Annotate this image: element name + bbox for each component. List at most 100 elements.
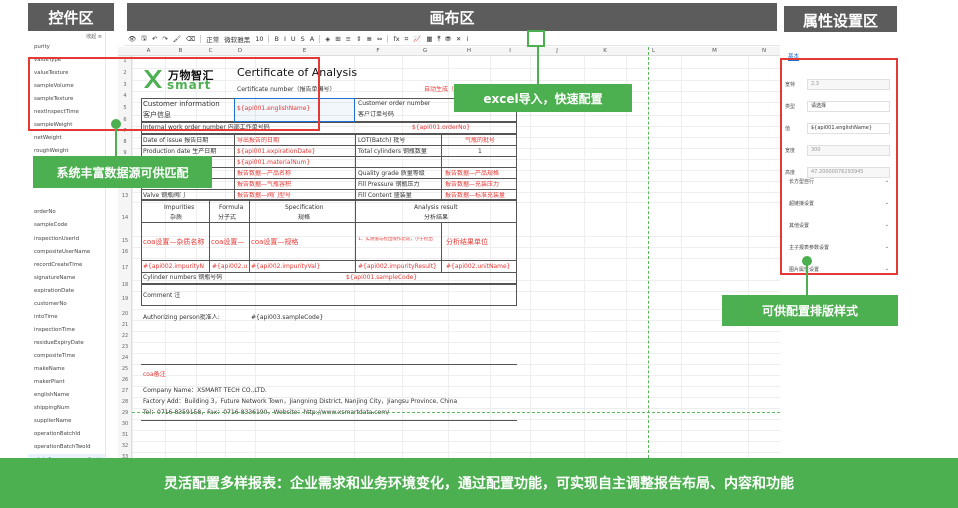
production-date[interactable]: Production date 生产日期 <box>143 148 216 155</box>
impurities-cn[interactable]: 杂质 <box>170 214 182 221</box>
row-header[interactable]: 17 <box>118 265 132 271</box>
valve-value[interactable]: 报告数据—阀门型号 <box>237 192 291 199</box>
field-item[interactable]: makerPlant <box>28 376 105 389</box>
impurity-result-cell[interactable]: #{api002.impurityResult} <box>358 263 437 270</box>
impurity-name-cell[interactable]: #{api002.impurityN <box>143 263 209 270</box>
toolbar-button[interactable]: B <box>274 35 278 43</box>
coa-unit[interactable]: 分析结果单位 <box>446 238 488 246</box>
company-name[interactable]: Company Name：XSMART TECH CO.,LTD. <box>143 387 267 394</box>
coa-formula[interactable]: coa设置— <box>211 238 244 246</box>
field-item[interactable]: makeName <box>28 363 105 376</box>
field-item[interactable]: netWeight <box>28 132 105 145</box>
toolbar-button[interactable]: U <box>291 35 296 43</box>
auto-generate[interactable]: 自动生成（ <box>424 86 454 93</box>
toolbar-button[interactable]: 10 <box>255 35 263 43</box>
comment-label[interactable]: Comment 注 <box>143 292 180 299</box>
fill-content[interactable]: Fill Content 盛装量 <box>358 192 412 199</box>
field-item[interactable]: residueExpiryDate <box>28 337 105 350</box>
toolbar-button[interactable]: ⇕ <box>356 35 361 43</box>
field-item[interactable]: intoTime <box>28 311 105 324</box>
field-item[interactable]: orderNo <box>28 206 105 219</box>
toolbar-button[interactable]: ▦ <box>426 35 432 43</box>
toolbar-button[interactable]: fx <box>393 35 399 43</box>
row-header[interactable]: 25 <box>118 366 132 372</box>
row-header[interactable]: 15 <box>118 238 132 244</box>
toolbar-button[interactable]: ⊞ <box>335 35 340 43</box>
field-item[interactable]: operationBatchTwoId <box>28 441 105 454</box>
toolbar-button[interactable]: ⌗ <box>405 35 409 44</box>
field-item[interactable]: compositeTime <box>28 350 105 363</box>
production-date-value[interactable]: ${api001.expirationDate} <box>237 148 316 155</box>
row-header[interactable]: 19 <box>118 296 132 302</box>
toolbar-button[interactable]: ↷ <box>162 35 167 43</box>
field-item[interactable]: expirationDate <box>28 285 105 298</box>
row-header[interactable]: 27 <box>118 388 132 394</box>
column-header[interactable]: H <box>448 48 490 54</box>
field-item[interactable]: compositeUserName <box>28 246 105 259</box>
sample-code-cell[interactable]: ${api001.sampleCode} <box>346 274 417 281</box>
authorizing-person[interactable]: Authorizing person批准人: <box>143 314 220 321</box>
material-num-cell[interactable]: ${api001.materialNum} <box>237 159 310 166</box>
row-header[interactable]: 29 <box>118 410 132 416</box>
row-header[interactable]: 14 <box>118 215 132 221</box>
column-header[interactable]: D <box>225 48 255 54</box>
customer-order-en[interactable]: Customer order number <box>358 100 430 107</box>
lot-batch-value[interactable]: 气瓶的批号 <box>465 137 495 144</box>
impurity-u-cell[interactable]: #{api002.u <box>212 263 248 270</box>
column-header[interactable]: G <box>402 48 448 54</box>
quality-grade-value[interactable]: 报告数据—产品规格 <box>445 170 499 177</box>
row-header[interactable]: 20 <box>118 311 132 317</box>
row-header[interactable]: 13 <box>118 193 132 199</box>
analysis-cn[interactable]: 分析结果 <box>424 214 448 221</box>
fill-pressure-value[interactable]: 报告数据—充装压力 <box>445 181 499 188</box>
coa-spec[interactable]: coa设置—规格 <box>251 238 298 246</box>
column-header[interactable]: A <box>132 48 165 54</box>
column-header[interactable]: L <box>626 48 681 54</box>
field-item[interactable]: inspectionTime <box>28 324 105 337</box>
toolbar-button[interactable]: ⇔ <box>377 35 382 43</box>
excel-import-icon[interactable]: ⤒ <box>438 35 441 44</box>
field-item[interactable]: sampleCode <box>28 219 105 232</box>
unit-name-cell[interactable]: #{api002.unitName} <box>446 263 511 270</box>
field-item[interactable]: customerNo <box>28 298 105 311</box>
formula-cn[interactable]: 分子式 <box>218 214 236 221</box>
toolbar-button[interactable]: 📈 <box>413 35 421 43</box>
analysis-en[interactable]: Analysis result <box>414 204 458 211</box>
total-cylinders-value[interactable]: 1 <box>478 148 482 155</box>
toolbar-button[interactable]: ◈ <box>325 35 330 43</box>
column-header[interactable]: C <box>196 48 225 54</box>
field-item[interactable]: englishName <box>28 389 105 402</box>
field-item[interactable]: purity <box>28 41 105 54</box>
coa-note[interactable]: 1、实测值与检出限作比较，小于检出 <box>358 237 442 242</box>
field-item[interactable]: inspectionUserId <box>28 233 105 246</box>
date-issue-value[interactable]: 导出报告的日期 <box>237 137 279 144</box>
toolbar-button[interactable]: ✕ <box>456 35 461 43</box>
column-header[interactable]: I <box>490 48 530 54</box>
gas-volume-cell[interactable]: 报告数据—气瓶容积 <box>237 181 291 188</box>
impurity-val-cell[interactable]: #{api002.impurityVal} <box>251 263 320 270</box>
row-header[interactable]: 30 <box>118 421 132 427</box>
toolbar-button[interactable]: ⛃ <box>445 35 450 43</box>
toolbar-button[interactable]: ≣ <box>367 35 372 43</box>
row-header[interactable]: 8 <box>118 139 132 145</box>
row-header[interactable]: 21 <box>118 322 132 328</box>
impurities-en[interactable]: Impurities <box>164 204 194 211</box>
row-header[interactable]: 32 <box>118 443 132 449</box>
row-header[interactable]: 31 <box>118 432 132 438</box>
total-cylinders[interactable]: Total cylinders 钢瓶数量 <box>358 148 427 155</box>
row-header[interactable]: 18 <box>118 282 132 288</box>
field-item[interactable]: operationBatchId <box>28 428 105 441</box>
toolbar-button[interactable]: 微软雅黑 <box>224 34 250 44</box>
column-header[interactable]: F <box>354 48 402 54</box>
row-header[interactable]: 28 <box>118 399 132 405</box>
cylinder-numbers[interactable]: Cylinder numbers 钢瓶号码 <box>143 274 222 281</box>
order-no-cell[interactable]: ${api001.orderNo} <box>412 124 470 131</box>
toolbar-button[interactable]: ≡ <box>346 35 351 43</box>
row-header[interactable]: 23 <box>118 344 132 350</box>
toolbar-button[interactable]: 👁 <box>128 35 136 43</box>
field-item[interactable]: supplierName <box>28 415 105 428</box>
column-header[interactable]: E <box>255 48 354 54</box>
row-header[interactable]: 22 <box>118 333 132 339</box>
field-item[interactable]: signatureName <box>28 272 105 285</box>
lot-batch[interactable]: LOT(Batch) 批号 <box>358 137 405 144</box>
